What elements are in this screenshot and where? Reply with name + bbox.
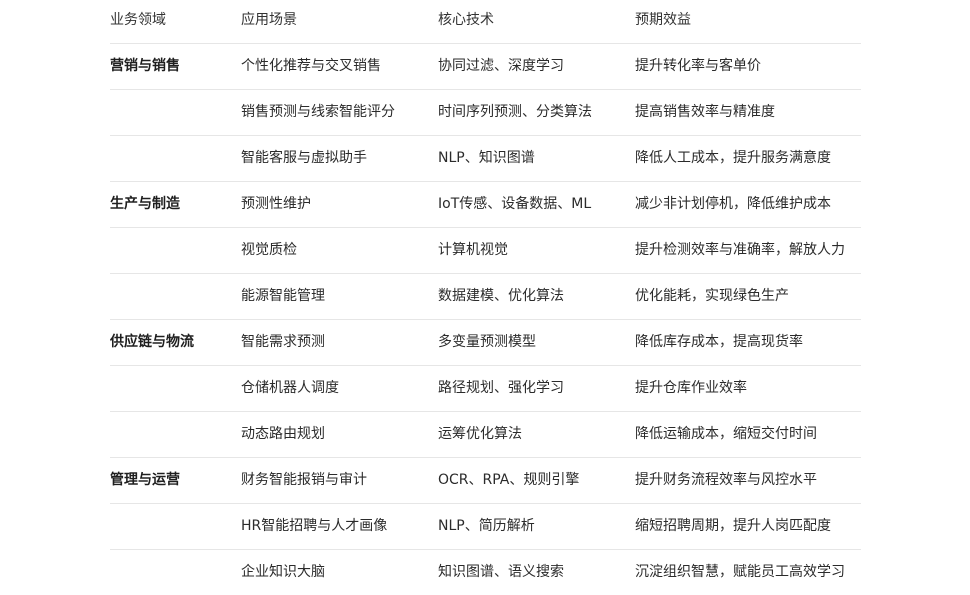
- scenario-cell: 预测性维护: [241, 196, 311, 212]
- scenario-cell: 仓储机器人调度: [241, 380, 339, 396]
- domain-cell: 生产与制造: [110, 196, 180, 212]
- ai-application-table: 业务领域 应用场景 核心技术 预期效益 营销与销售 个性化推荐与交叉销售 协同过滤、…: [110, 0, 861, 595]
- tech-cell: 路径规划、强化学习: [438, 380, 564, 396]
- domain-cell: 管理与运营: [110, 472, 180, 488]
- table-header-row: 业务领域 应用场景 核心技术 预期效益: [110, 0, 861, 43]
- header-domain: 业务领域: [110, 12, 166, 28]
- scenario-cell: 动态路由规划: [241, 426, 325, 442]
- scenario-cell: 个性化推荐与交叉销售: [241, 58, 381, 74]
- benefit-cell: 提升财务流程效率与风控水平: [635, 472, 817, 488]
- scenario-cell: 智能客服与虚拟助手: [241, 150, 367, 166]
- tech-cell: 数据建模、优化算法: [438, 288, 564, 304]
- tech-cell: OCR、RPA、规则引擎: [438, 472, 580, 488]
- tech-cell: IoT传感、设备数据、ML: [438, 196, 592, 212]
- scenario-cell: HR智能招聘与人才画像: [241, 518, 388, 534]
- scenario-cell: 财务智能报销与审计: [241, 472, 367, 488]
- benefit-cell: 缩短招聘周期，提升人岗匹配度: [635, 518, 831, 534]
- table-row: 企业知识大脑 知识图谱、语义搜索 沉淀组织智慧，赋能员工高效学习: [110, 549, 861, 595]
- benefit-cell: 提升转化率与客单价: [635, 58, 761, 74]
- header-scenario: 应用场景: [241, 12, 297, 28]
- tech-cell: NLP、简历解析: [438, 518, 535, 534]
- domain-cell: 供应链与物流: [110, 334, 194, 350]
- scenario-cell: 视觉质检: [241, 242, 297, 258]
- table-row: HR智能招聘与人才画像 NLP、简历解析 缩短招聘周期，提升人岗匹配度: [110, 503, 861, 549]
- benefit-cell: 降低库存成本，提高现货率: [635, 334, 803, 350]
- table-row: 生产与制造 预测性维护 IoT传感、设备数据、ML 减少非计划停机，降低维护成本: [110, 181, 861, 227]
- table-body: 营销与销售 个性化推荐与交叉销售 协同过滤、深度学习 提升转化率与客单价销售预测与线索…: [110, 43, 861, 595]
- tech-cell: 时间序列预测、分类算法: [438, 104, 592, 120]
- benefit-cell: 减少非计划停机，降低维护成本: [635, 196, 831, 212]
- tech-cell: 协同过滤、深度学习: [438, 58, 564, 74]
- table-row: 供应链与物流 智能需求预测 多变量预测模型 降低库存成本，提高现货率: [110, 319, 861, 365]
- benefit-cell: 提升仓库作业效率: [635, 380, 747, 396]
- table-row: 动态路由规划 运筹优化算法 降低运输成本，缩短交付时间: [110, 411, 861, 457]
- benefit-cell: 优化能耗，实现绿色生产: [635, 288, 789, 304]
- table-row: 能源智能管理 数据建模、优化算法 优化能耗，实现绿色生产: [110, 273, 861, 319]
- benefit-cell: 提升检测效率与准确率，解放人力: [635, 242, 845, 258]
- table-row: 销售预测与线索智能评分 时间序列预测、分类算法 提高销售效率与精准度: [110, 89, 861, 135]
- tech-cell: 运筹优化算法: [438, 426, 522, 442]
- table-row: 仓储机器人调度 路径规划、强化学习 提升仓库作业效率: [110, 365, 861, 411]
- tech-cell: 计算机视觉: [438, 242, 508, 258]
- table-row: 管理与运营 财务智能报销与审计 OCR、RPA、规则引擎 提升财务流程效率与风控水平: [110, 457, 861, 503]
- header-benefit: 预期效益: [635, 12, 691, 28]
- domain-cell: 营销与销售: [110, 58, 180, 74]
- tech-cell: 知识图谱、语义搜索: [438, 564, 564, 580]
- benefit-cell: 降低人工成本，提升服务满意度: [635, 150, 831, 166]
- scenario-cell: 销售预测与线索智能评分: [241, 104, 395, 120]
- benefit-cell: 降低运输成本，缩短交付时间: [635, 426, 817, 442]
- benefit-cell: 提高销售效率与精准度: [635, 104, 775, 120]
- scenario-cell: 能源智能管理: [241, 288, 325, 304]
- table-row: 智能客服与虚拟助手 NLP、知识图谱 降低人工成本，提升服务满意度: [110, 135, 861, 181]
- scenario-cell: 企业知识大脑: [241, 564, 325, 580]
- table-row: 视觉质检 计算机视觉 提升检测效率与准确率，解放人力: [110, 227, 861, 273]
- tech-cell: 多变量预测模型: [438, 334, 536, 350]
- scenario-cell: 智能需求预测: [241, 334, 325, 350]
- header-tech: 核心技术: [438, 12, 494, 28]
- tech-cell: NLP、知识图谱: [438, 150, 535, 166]
- table-row: 营销与销售 个性化推荐与交叉销售 协同过滤、深度学习 提升转化率与客单价: [110, 43, 861, 89]
- benefit-cell: 沉淀组织智慧，赋能员工高效学习: [635, 564, 845, 580]
